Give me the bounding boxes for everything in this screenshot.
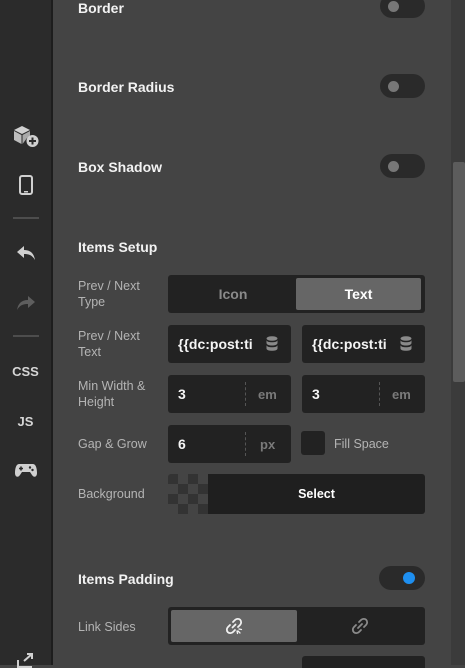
device-icon[interactable] bbox=[0, 173, 51, 197]
sidebar-divider bbox=[13, 335, 39, 337]
css-button[interactable]: CSS bbox=[0, 362, 51, 380]
border-label: Border bbox=[78, 0, 124, 16]
field-separator bbox=[245, 432, 247, 456]
fill-space-checkbox[interactable] bbox=[301, 431, 325, 455]
unlink-icon[interactable] bbox=[298, 610, 422, 642]
link-icon[interactable] bbox=[171, 610, 297, 642]
prev-next-text-label: Prev / Next Text bbox=[78, 329, 140, 359]
toggle-knob bbox=[403, 572, 415, 584]
gap-grow-label: Gap & Grow bbox=[78, 437, 147, 451]
toggle-knob bbox=[388, 81, 399, 92]
items-padding-heading: Items Padding bbox=[78, 571, 174, 587]
items-setup-heading: Items Setup bbox=[78, 239, 158, 255]
expand-icon[interactable] bbox=[0, 652, 51, 668]
link-sides-label: Link Sides bbox=[78, 620, 136, 634]
prev-next-type-switch: Icon Text bbox=[168, 275, 425, 313]
min-width-value: 3 bbox=[178, 386, 186, 402]
field-separator bbox=[245, 382, 247, 406]
next-text-field[interactable]: {{dc:post:ti bbox=[302, 325, 425, 363]
background-select-button[interactable]: Select bbox=[208, 474, 425, 514]
items-padding-toggle[interactable] bbox=[379, 566, 425, 590]
box-shadow-toggle[interactable] bbox=[380, 154, 425, 178]
min-width-unit[interactable]: em bbox=[258, 387, 277, 402]
min-width-field[interactable]: 3 em bbox=[168, 375, 291, 413]
js-button[interactable]: JS bbox=[0, 412, 51, 430]
gamepad-icon[interactable] bbox=[0, 460, 51, 480]
min-height-unit[interactable]: em bbox=[392, 387, 411, 402]
border-radius-label: Border Radius bbox=[78, 79, 175, 95]
border-toggle[interactable] bbox=[380, 0, 425, 18]
min-width-height-label: Min Width & Height bbox=[78, 379, 146, 409]
field-separator bbox=[379, 382, 381, 406]
prev-text-value: {{dc:post:ti bbox=[178, 336, 253, 352]
box-shadow-label: Box Shadow bbox=[78, 159, 163, 175]
inspector-panel: Border Border Radius Box Shadow Items Se… bbox=[53, 0, 451, 668]
option-icon[interactable]: Icon bbox=[171, 278, 295, 310]
border-radius-toggle[interactable] bbox=[380, 74, 425, 98]
prev-text-field[interactable]: {{dc:post:ti bbox=[168, 325, 291, 363]
sidebar-divider bbox=[13, 217, 39, 219]
sidebar: CSS JS bbox=[0, 0, 53, 668]
undo-icon[interactable] bbox=[0, 243, 51, 263]
add-element-icon[interactable] bbox=[0, 122, 51, 150]
database-icon[interactable] bbox=[400, 336, 412, 351]
prev-next-type-label: Prev / Next Type bbox=[78, 279, 140, 309]
padding-field[interactable] bbox=[302, 656, 425, 668]
background-label: Background bbox=[78, 487, 145, 501]
min-height-field[interactable]: 3 em bbox=[302, 375, 425, 413]
scrollbar-thumb[interactable] bbox=[453, 162, 465, 382]
option-text[interactable]: Text bbox=[296, 278, 421, 310]
redo-icon[interactable] bbox=[0, 293, 51, 313]
gap-unit[interactable]: px bbox=[260, 437, 275, 452]
gap-field[interactable]: 6 px bbox=[168, 425, 291, 463]
database-icon[interactable] bbox=[266, 336, 278, 351]
fill-space-label[interactable]: Fill Space bbox=[334, 437, 389, 451]
gap-value: 6 bbox=[178, 436, 186, 452]
toggle-knob bbox=[388, 1, 399, 12]
toggle-knob bbox=[388, 161, 399, 172]
min-height-value: 3 bbox=[312, 386, 320, 402]
background-preview-swatch[interactable] bbox=[168, 474, 208, 514]
next-text-value: {{dc:post:ti bbox=[312, 336, 387, 352]
link-sides-switch bbox=[168, 607, 425, 645]
